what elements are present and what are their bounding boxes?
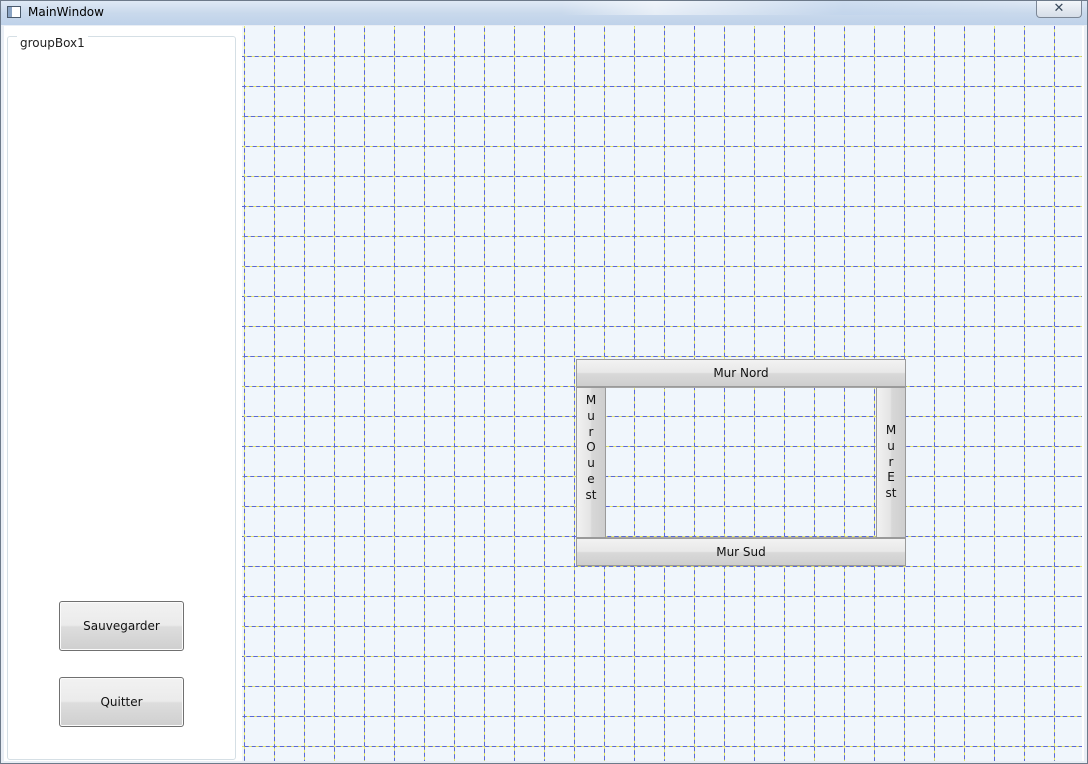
room-interior	[606, 387, 876, 538]
save-button[interactable]: Sauvegarder	[59, 601, 184, 651]
east-wall-button[interactable]: Mur Est	[876, 387, 906, 538]
groupbox-title: groupBox1	[17, 36, 88, 50]
main-window: MainWindow ✕ groupBox1 Sauvegarder Quitt…	[0, 0, 1088, 764]
east-wall-label: Mur Est	[885, 423, 898, 501]
window-title: MainWindow	[28, 5, 104, 19]
title-bar-glass	[561, 1, 1031, 15]
south-wall-button[interactable]: Mur Sud	[576, 538, 906, 566]
north-wall-label: Mur Nord	[713, 366, 769, 380]
north-wall-button[interactable]: Mur Nord	[576, 359, 906, 387]
south-wall-label: Mur Sud	[716, 545, 766, 559]
close-button[interactable]: ✕	[1036, 1, 1082, 18]
west-wall-button[interactable]: Mur Ouest	[576, 387, 606, 538]
title-bar[interactable]: MainWindow ✕	[1, 1, 1087, 25]
west-wall-label: Mur Ouest	[585, 393, 598, 502]
client-area: groupBox1 Sauvegarder Quitter Mur Nord M…	[4, 26, 1084, 761]
groupbox: groupBox1 Sauvegarder Quitter	[7, 36, 236, 760]
close-icon: ✕	[1053, 1, 1065, 16]
floor-plan-grid[interactable]: Mur Nord Mur Ouest Mur Est Mur Sud	[242, 26, 1082, 761]
app-window-icon[interactable]	[7, 6, 21, 18]
quit-button[interactable]: Quitter	[59, 677, 184, 727]
